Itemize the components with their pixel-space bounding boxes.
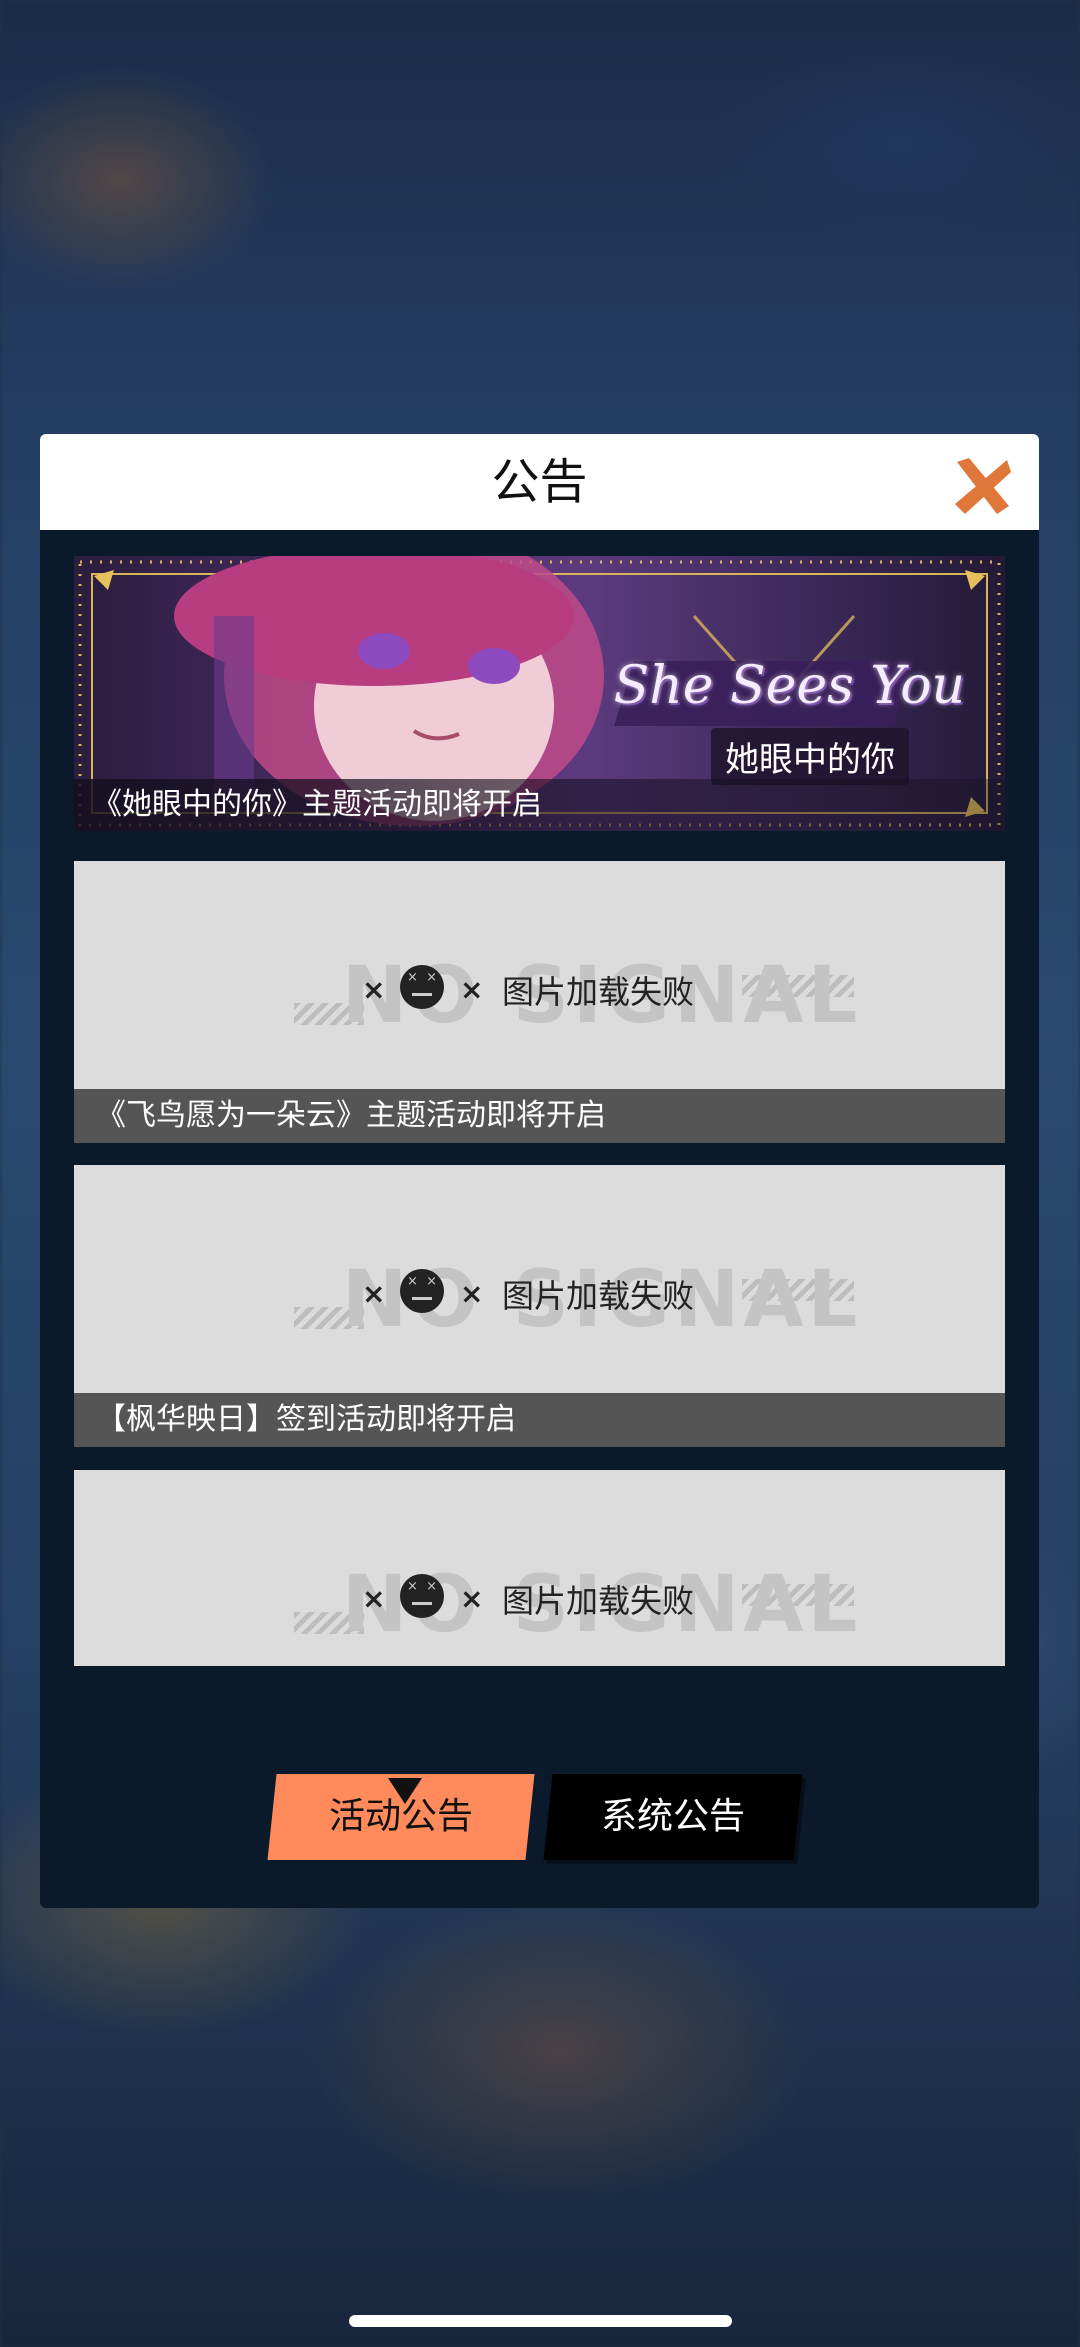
announcement-caption: 【枫华映日】签到活动即将开启 — [74, 1393, 1005, 1447]
dialog-header: 公告 — [40, 434, 1039, 530]
dialog-title: 公告 — [491, 454, 588, 510]
broken-face-icon — [400, 1269, 444, 1313]
image-load-failed-text: 图片加载失败 — [502, 1277, 695, 1315]
announcement-caption: 《她眼中的你》主题活动即将开启 — [74, 779, 1005, 831]
x-mark-icon: × — [362, 1582, 386, 1615]
x-mark-icon: × — [460, 1582, 484, 1615]
image-load-failed-text: 图片加载失败 — [502, 1582, 695, 1620]
x-mark-icon: × — [460, 973, 484, 1006]
banner-logo-text: She Sees You — [613, 656, 965, 716]
image-placeholder: NO SIGNAL × × 图片加载失败 — [74, 1255, 1005, 1345]
announcement-card-2[interactable]: NO SIGNAL × × 图片加载失败 《飞鸟愿为一朵云》主题活动即将开启 — [74, 861, 1005, 1143]
tab-system-announcement[interactable]: 系统公告 — [543, 1774, 803, 1860]
close-x-icon — [955, 458, 1011, 514]
announcement-card-4[interactable]: NO SIGNAL × × 图片加载失败 — [74, 1470, 1005, 1666]
x-mark-icon: × — [460, 1277, 484, 1310]
x-mark-icon: × — [362, 1277, 386, 1310]
home-indicator[interactable] — [349, 2315, 732, 2327]
active-tab-indicator-icon — [388, 1778, 422, 1804]
tab-label: 系统公告 — [600, 1796, 745, 1837]
announcement-dialog: 公告 She Sees You 她眼中的你 《她眼中的你》主题活动即将开启 NO… — [40, 434, 1039, 1908]
image-placeholder: NO SIGNAL × × 图片加载失败 — [74, 1560, 1005, 1650]
broken-face-icon — [400, 965, 444, 1009]
announcement-caption: 《飞鸟愿为一朵云》主题活动即将开启 — [74, 1089, 1005, 1143]
close-button[interactable] — [951, 454, 1015, 518]
announcement-card-1[interactable]: She Sees You 她眼中的你 《她眼中的你》主题活动即将开启 — [74, 556, 1005, 831]
banner-subtitle: 她眼中的你 — [711, 728, 909, 785]
broken-face-icon — [400, 1574, 444, 1618]
image-load-failed-text: 图片加载失败 — [502, 973, 695, 1011]
image-placeholder: NO SIGNAL × × 图片加载失败 — [74, 951, 1005, 1041]
x-mark-icon: × — [362, 973, 386, 1006]
announcement-card-3[interactable]: NO SIGNAL × × 图片加载失败 【枫华映日】签到活动即将开启 — [74, 1165, 1005, 1447]
